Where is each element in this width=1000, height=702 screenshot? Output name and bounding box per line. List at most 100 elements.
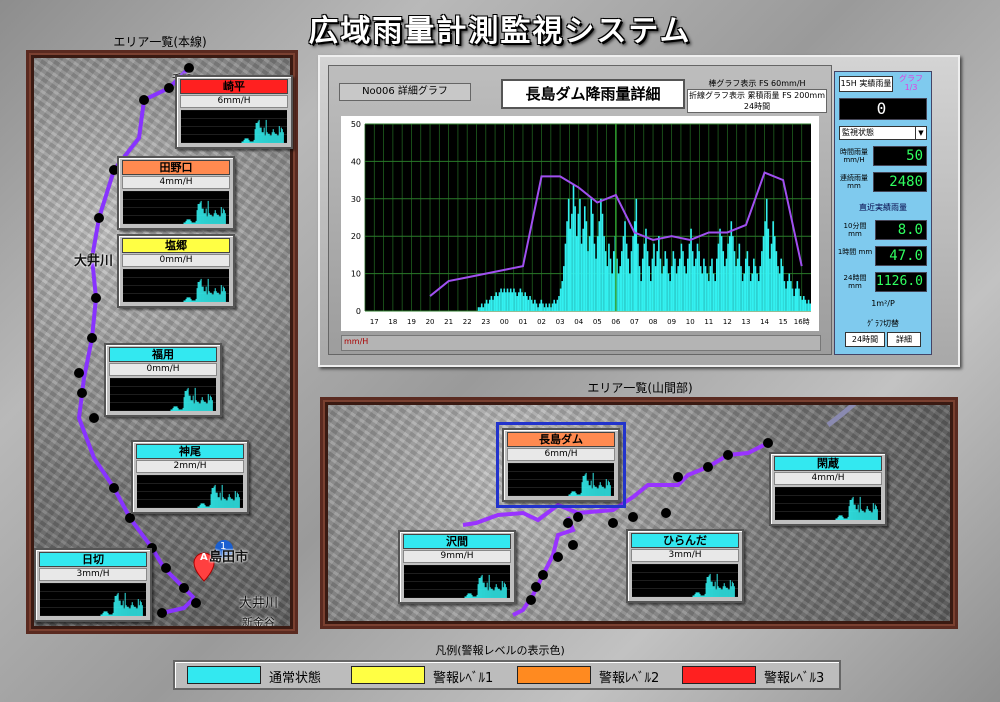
gauge-higiri[interactable]: 日切 3mm/H bbox=[34, 548, 152, 622]
chart-bar bbox=[720, 236, 723, 311]
gauge-mini-bar bbox=[248, 139, 250, 143]
gauge-tanoguchi[interactable]: 田野口 4mm/H bbox=[117, 156, 235, 230]
gauge-mini-bar bbox=[190, 220, 192, 224]
gauge-sawama[interactable]: 沢間 9mm/H bbox=[398, 530, 516, 604]
gauge-mini-bar bbox=[208, 400, 210, 411]
gauge-mini-bar bbox=[174, 406, 176, 411]
r24-display: 1126.0 bbox=[875, 272, 927, 292]
gauge-mini-bar bbox=[590, 480, 592, 496]
gauge-nagashima-dam[interactable]: 長島ダム 6mm/H bbox=[496, 422, 626, 508]
gauge-mini-bar bbox=[602, 486, 604, 496]
route-number: 1 bbox=[220, 541, 227, 552]
gauge-mini-bar bbox=[464, 596, 466, 598]
gauge-mini-bar bbox=[583, 475, 585, 496]
gauge-mini-bar bbox=[495, 584, 497, 598]
gauge-mini-bar bbox=[219, 216, 221, 224]
gauge-hiranda[interactable]: ひらんだ 3mm/H bbox=[626, 529, 744, 603]
switch-24h-button[interactable]: 24時間 bbox=[845, 332, 885, 347]
gauge-mini-bar bbox=[467, 593, 469, 598]
gauge-mini-bar bbox=[470, 593, 472, 598]
chart-bar bbox=[629, 273, 631, 311]
gauge-mini-bar bbox=[571, 491, 573, 496]
chart-bar bbox=[595, 258, 597, 311]
gauge-mini-bar bbox=[723, 583, 725, 597]
gauge-mini-bar bbox=[203, 503, 205, 508]
detail-panel: No006 詳細グラフ 長島ダム降雨量詳細 棒グラフ表示 FS 60mm/H 折… bbox=[318, 55, 960, 367]
y-tick-label: 10 bbox=[351, 270, 361, 279]
gauge-mini-bar bbox=[182, 407, 184, 411]
gauge-name: 福用 bbox=[109, 347, 217, 362]
gauge-mini-bar bbox=[209, 292, 211, 302]
gauge-mini-bar bbox=[200, 503, 202, 508]
gauge-shiogo[interactable]: 塩郷 0mm/H bbox=[117, 234, 235, 308]
chart-bar bbox=[785, 288, 787, 311]
rainfall-chart[interactable]: 0 10 20 30 40 50 17 18 19 20 21 22 23 00 01 02 03 04 05 06 0… bbox=[341, 116, 819, 331]
gauge-mini-bar bbox=[276, 135, 278, 143]
gauge-value: 3mm/H bbox=[631, 549, 739, 562]
gauge-mini-bar bbox=[475, 596, 477, 598]
gauge-mini-bar bbox=[592, 472, 594, 496]
chart-bar bbox=[701, 273, 704, 311]
gauge-mini-bar bbox=[258, 119, 260, 143]
legend-swatch bbox=[517, 666, 591, 684]
chart-bar bbox=[635, 198, 638, 311]
gauge-mini-bar bbox=[199, 403, 201, 411]
gauge-mini-bar bbox=[202, 400, 204, 411]
gauge-mini-bar bbox=[211, 294, 213, 302]
gauge-sakidaira[interactable]: 崎平 6mm/H bbox=[175, 75, 293, 149]
gauge-mini-bar bbox=[502, 587, 504, 598]
gauge-mini-bar bbox=[606, 485, 608, 496]
gauge-kamio[interactable]: 神尾 2mm/H bbox=[131, 440, 249, 514]
gauge-mini-bar bbox=[237, 494, 239, 508]
chart-bar bbox=[608, 243, 610, 311]
gauge-mini-bar bbox=[849, 499, 851, 520]
chart-bar bbox=[604, 251, 607, 311]
gauge-mini-bar bbox=[504, 584, 506, 598]
cont-label: 連続雨量 mm bbox=[840, 174, 868, 190]
chart-bar bbox=[511, 292, 514, 311]
chart-bar bbox=[503, 288, 506, 311]
chart-bar bbox=[621, 251, 623, 311]
gauge-mini-bar bbox=[596, 488, 598, 496]
gauge-value: 6mm/H bbox=[507, 448, 615, 461]
chart-bar bbox=[592, 213, 594, 311]
gauge-mini-chart bbox=[181, 110, 287, 143]
graph-scroll-strip[interactable]: mm/H bbox=[341, 335, 821, 351]
gauge-mini-bar bbox=[597, 488, 599, 496]
chart-bar bbox=[574, 206, 576, 311]
gauge-mini-bar bbox=[101, 614, 103, 616]
x-tick-label: 21 bbox=[444, 318, 453, 326]
gauge-mini-bar bbox=[281, 129, 283, 143]
gauge-mini-bar bbox=[179, 409, 181, 411]
gauge-mini-bar bbox=[488, 574, 490, 598]
chevron-down-icon[interactable]: ▼ bbox=[915, 126, 927, 140]
chart-bar bbox=[659, 258, 662, 311]
gauge-mini-bar bbox=[119, 600, 121, 616]
gauge-mini-bar bbox=[192, 222, 194, 224]
gauge-mini-bar bbox=[108, 614, 110, 616]
switch-detail-button[interactable]: 詳細 bbox=[887, 332, 921, 347]
chart-bar bbox=[641, 258, 644, 311]
tab-15h-rainfall[interactable]: 15H 実績雨量 bbox=[839, 76, 893, 92]
graph-page-indicator[interactable]: グラフ 1/3 bbox=[895, 74, 927, 92]
gauge-mini-bar bbox=[193, 222, 195, 224]
chart-bar bbox=[497, 296, 499, 311]
gauge-mini-bar bbox=[201, 397, 203, 411]
gauge-mini-bar bbox=[873, 509, 875, 520]
mode-select[interactable]: 監視状態 bbox=[839, 126, 921, 140]
x-tick-label: 10 bbox=[686, 318, 695, 326]
chart-bar bbox=[482, 307, 485, 311]
gauge-mini-bar bbox=[188, 395, 190, 411]
gauge-mini-bar bbox=[192, 395, 194, 411]
gauge-mini-bar bbox=[198, 281, 200, 302]
gauge-mini-bar bbox=[847, 516, 849, 520]
chart-bar bbox=[799, 296, 802, 311]
gauge-fukuyo[interactable]: 福用 0mm/H bbox=[104, 343, 222, 417]
gauge-kanzo[interactable]: 閑蔵 4mm/H bbox=[769, 452, 887, 526]
gauge-mini-bar bbox=[193, 403, 195, 411]
gauge-mini-bar bbox=[229, 497, 231, 508]
chart-bar bbox=[550, 307, 552, 311]
gauge-mini-bar bbox=[607, 480, 609, 496]
chart-bar bbox=[698, 251, 700, 311]
chart-bar bbox=[553, 299, 555, 311]
